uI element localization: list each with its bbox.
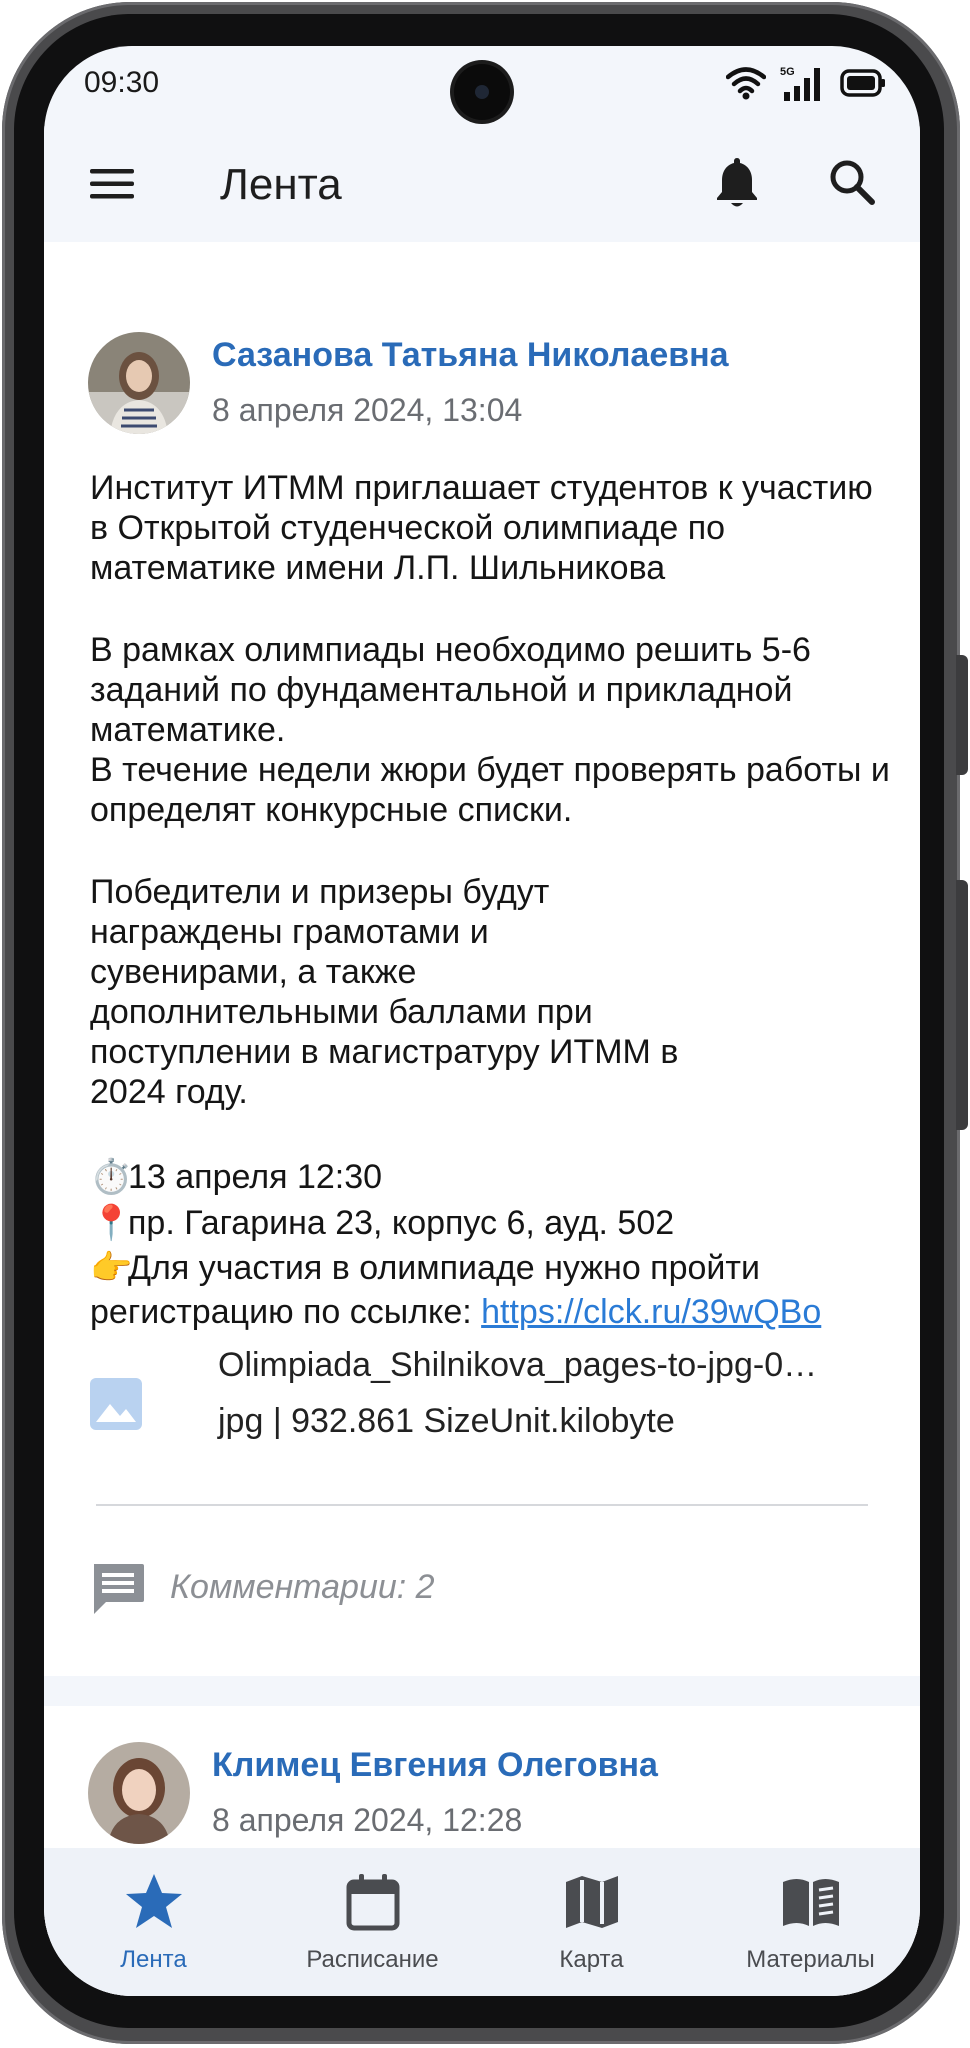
page-title: Лента — [220, 160, 342, 209]
search-icon — [830, 160, 875, 205]
cellular-signal-icon: 5G — [780, 66, 820, 101]
divider — [96, 1504, 868, 1506]
search-button[interactable] — [826, 156, 878, 208]
front-camera — [454, 64, 510, 120]
author-photo — [88, 332, 190, 434]
post-author[interactable]: Сазанова Татьяна Николаевна — [212, 336, 729, 375]
registration-text: 👉Для участия в олимпиаде нужно пройти ре… — [90, 1246, 890, 1334]
nav-schedule[interactable]: Расписание — [263, 1848, 482, 1996]
status-icons: 5G — [726, 64, 886, 102]
map-icon — [565, 1876, 618, 1928]
network-type: 5G — [780, 66, 795, 78]
book-icon — [782, 1879, 839, 1926]
attachment-name: Olimpiada_Shilnikova_pages-to-jpg-0… — [218, 1346, 818, 1384]
attachment-meta: jpg | 932.861 SizeUnit.kilobyte — [218, 1402, 675, 1440]
status-time: 09:30 — [84, 66, 160, 99]
event-time: ⏱️13 апреля 12:30 — [90, 1154, 890, 1200]
comments-button[interactable]: Комментарии: 2 — [88, 1554, 588, 1618]
event-location: 📍пр. Гагарина 23, корпус 6, ауд. 502 — [90, 1200, 890, 1246]
avatar[interactable] — [88, 1742, 190, 1844]
menu-button[interactable] — [88, 160, 136, 208]
volume-button — [956, 655, 968, 775]
wifi-icon — [726, 67, 766, 100]
post-paragraph: В течение недели жюри будет проверять ра… — [90, 751, 890, 829]
power-button — [956, 880, 968, 1130]
registration-link[interactable]: https://clck.ru/39wQBo — [481, 1293, 821, 1331]
post-card[interactable]: Сазанова Татьяна Николаевна 8 апреля 202… — [44, 242, 920, 1676]
star-icon — [125, 1874, 182, 1928]
bell-icon — [717, 158, 757, 207]
attachment[interactable]: Olimpiada_Shilnikova_pages-to-jpg-0… jpg… — [88, 1346, 888, 1466]
nav-label: Лента — [120, 1946, 187, 1973]
nav-materials[interactable]: Материалы — [701, 1848, 920, 1996]
nav-label: Материалы — [746, 1946, 875, 1973]
post-author[interactable]: Климец Евгения Олеговна — [212, 1746, 658, 1785]
hamburger-icon — [90, 169, 134, 199]
image-icon — [90, 1378, 142, 1430]
comments-count: Комментарии: 2 — [170, 1568, 435, 1606]
app-bar: Лента — [44, 126, 920, 246]
calendar-icon — [346, 1874, 399, 1931]
post-paragraph: Институт ИТММ приглашает студентов к уча… — [90, 469, 873, 587]
post-date: 8 апреля 2024, 12:28 — [212, 1802, 523, 1838]
post-paragraph: В рамках олимпиады необходимо решить 5-6… — [90, 631, 811, 749]
author-photo — [88, 1742, 190, 1844]
screen: 09:30 5G Лента Сазанова Татьяна Николаев… — [44, 46, 920, 1996]
avatar[interactable] — [88, 332, 190, 434]
nav-feed[interactable]: Лента — [44, 1848, 263, 1996]
comment-icon — [94, 1564, 144, 1614]
pointing-hand-icon: 👉 — [90, 1249, 133, 1287]
bottom-navigation: Лента Расписание Карта Материалы — [44, 1848, 920, 1996]
notifications-button[interactable] — [710, 154, 764, 210]
nav-map[interactable]: Карта — [482, 1848, 701, 1996]
nav-label: Расписание — [306, 1946, 439, 1973]
timer-icon: ⏱️ — [90, 1158, 133, 1196]
battery-icon — [840, 69, 885, 97]
pin-icon: 📍 — [90, 1204, 133, 1242]
post-paragraph: Победители и призеры будут награждены гр… — [90, 873, 679, 1111]
nav-label: Карта — [559, 1946, 624, 1973]
post-text: Институт ИТММ приглашает студентов к уча… — [90, 468, 890, 1334]
post-date: 8 апреля 2024, 13:04 — [212, 392, 523, 428]
